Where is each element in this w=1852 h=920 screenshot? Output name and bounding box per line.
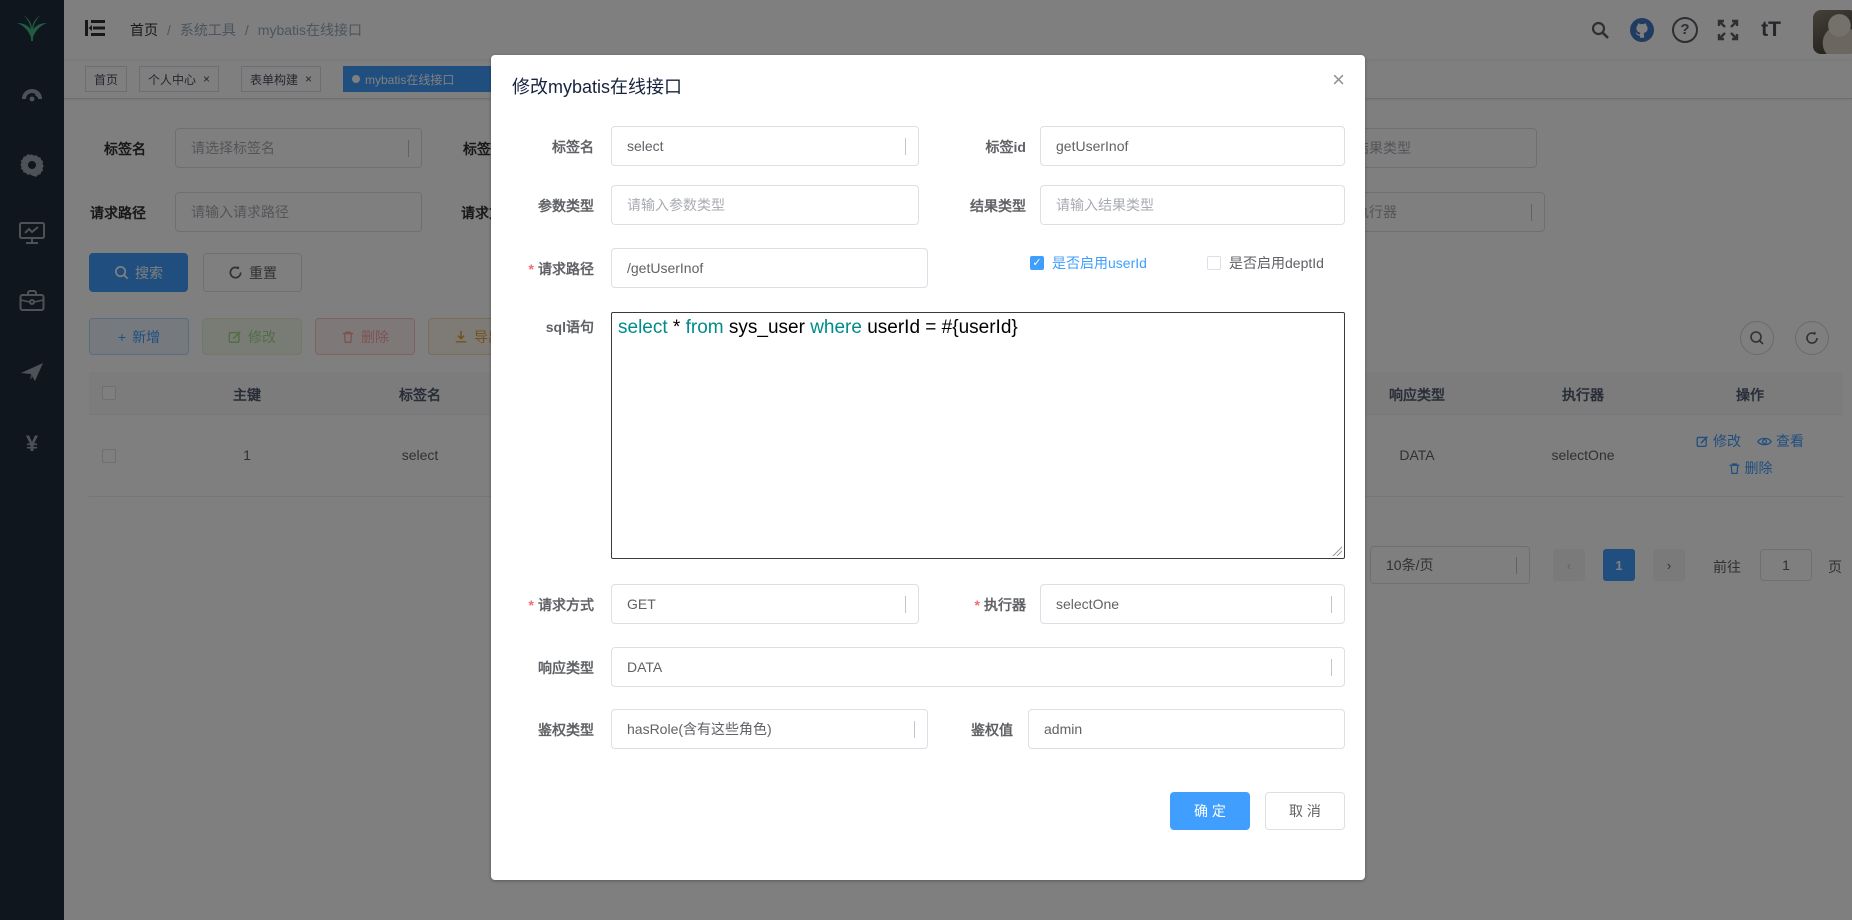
dlg-executor-select[interactable]: selectOne <box>1040 584 1345 624</box>
checkbox-unchecked-icon <box>1207 256 1221 270</box>
dlg-sql-label: sql语句 <box>546 317 594 337</box>
dlg-request-path-label: *请求路径 <box>529 259 594 279</box>
dlg-param-type-input[interactable]: 请输入参数类型 <box>611 185 919 225</box>
dlg-auth-type-label: 鉴权类型 <box>538 720 594 740</box>
dlg-result-type-input[interactable]: 请输入结果类型 <box>1040 185 1345 225</box>
checkbox-checked-icon: ✓ <box>1030 256 1044 270</box>
edit-mybatis-dialog: 修改mybatis在线接口 × 标签名 select 标签id getUserI… <box>491 55 1365 880</box>
resize-grip-icon[interactable] <box>1331 545 1342 556</box>
dlg-tag-name-select[interactable]: select <box>611 126 919 166</box>
dlg-result-type-label: 结果类型 <box>970 196 1026 216</box>
dialog-confirm-button[interactable]: 确 定 <box>1170 792 1250 830</box>
dlg-tag-id-label: 标签id <box>986 137 1026 157</box>
dlg-request-method-select[interactable]: GET <box>611 584 919 624</box>
required-asterisk: * <box>529 597 534 613</box>
sql-code: select * from sys_user where userId = #{… <box>618 317 1018 338</box>
dialog-title: 修改mybatis在线接口 <box>512 73 682 99</box>
dlg-auth-value-label: 鉴权值 <box>971 720 1013 740</box>
dlg-request-method-label: *请求方式 <box>529 595 594 615</box>
required-asterisk: * <box>975 597 980 613</box>
chevron-down-icon <box>1331 659 1332 676</box>
dlg-executor-label: *执行器 <box>975 595 1026 615</box>
dialog-close-icon[interactable]: × <box>1332 69 1345 91</box>
dlg-response-type-select[interactable]: DATA <box>611 647 1345 687</box>
dlg-auth-value-input[interactable]: admin <box>1028 709 1345 749</box>
required-asterisk: * <box>529 261 534 277</box>
dlg-enable-deptid-checkbox[interactable]: 是否启用deptId <box>1207 253 1324 273</box>
dlg-response-type-label: 响应类型 <box>538 658 594 678</box>
dlg-tag-id-input[interactable]: getUserInof <box>1040 126 1345 166</box>
dlg-sql-textarea[interactable]: select * from sys_user where userId = #{… <box>611 312 1345 559</box>
chevron-down-icon <box>905 138 906 155</box>
dlg-tag-name-label: 标签名 <box>552 137 594 157</box>
chevron-down-icon <box>1331 596 1332 613</box>
dlg-request-path-input[interactable]: /getUserInof <box>611 248 928 288</box>
dlg-param-type-label: 参数类型 <box>538 196 594 216</box>
chevron-down-icon <box>914 721 915 738</box>
chevron-down-icon <box>905 596 906 613</box>
app-root: ¥ 首页 / 系统工具 / mybatis在线接口 <box>0 0 1852 920</box>
dialog-cancel-button[interactable]: 取 消 <box>1265 792 1345 830</box>
dlg-enable-userid-checkbox[interactable]: ✓ 是否启用userId <box>1030 253 1147 273</box>
dlg-auth-type-select[interactable]: hasRole(含有这些角色) <box>611 709 928 749</box>
